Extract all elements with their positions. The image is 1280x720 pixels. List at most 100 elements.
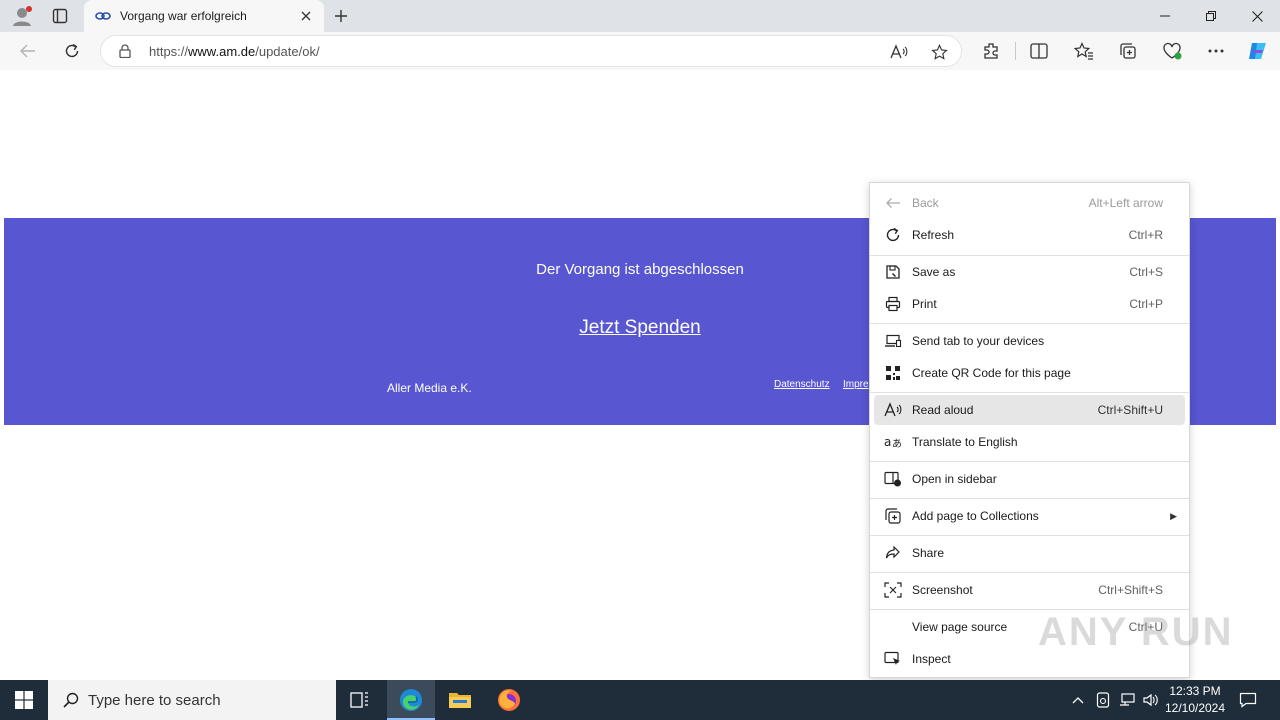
company-name: Aller Media e.K. [387, 381, 472, 395]
favorites-icon[interactable] [1070, 37, 1098, 65]
menu-item-qr-code[interactable]: Create QR Code for this page [874, 358, 1185, 388]
network-icon[interactable] [1116, 680, 1138, 720]
menu-item-add-to-collections[interactable]: Add page to Collections ▶ [874, 501, 1185, 531]
menu-item-label: Create QR Code for this page [912, 366, 1071, 380]
minimize-icon[interactable] [1142, 0, 1188, 32]
screenshot-icon [884, 581, 902, 599]
tab-title: Vorgang war erfolgreich [120, 9, 247, 23]
taskbar-clock[interactable]: 12:33 PM 12/10/2024 [1160, 683, 1230, 717]
save-icon [884, 263, 902, 281]
sidebar-icon [884, 470, 902, 488]
search-icon [62, 691, 80, 709]
menu-item-read-aloud[interactable]: Read aloud Ctrl+Shift+U [874, 395, 1185, 425]
menu-item-label: Print [912, 297, 937, 311]
menu-item-label: Open in sidebar [912, 472, 997, 486]
extensions-icon[interactable] [977, 37, 1005, 65]
menu-item-shortcut: Ctrl+R [1128, 228, 1163, 242]
context-menu: Back Alt+Left arrow Refresh Ctrl+R Save … [869, 182, 1190, 678]
submenu-arrow-icon: ▶ [1170, 510, 1177, 521]
vertical-tabs-icon[interactable] [46, 4, 74, 28]
inspect-icon [884, 650, 902, 668]
menu-item-send-tab[interactable]: Send tab to your devices [874, 326, 1185, 356]
refresh-icon [884, 226, 902, 244]
menu-item-label: Send tab to your devices [912, 334, 1045, 348]
donate-link[interactable]: Jetzt Spenden [579, 317, 700, 338]
copilot-icon[interactable] [1244, 37, 1272, 65]
firefox-icon[interactable] [485, 680, 533, 720]
menu-item-back[interactable]: Back Alt+Left arrow [874, 188, 1185, 218]
menu-item-save-as[interactable]: Save as Ctrl+S [874, 257, 1185, 287]
tab-strip: Vorgang war erfolgreich [0, 0, 1280, 32]
windows-taskbar: Type here to search 12:33 PM 12/10/2024 [0, 680, 1280, 720]
url-text[interactable]: https://www.am.de/update/ok/ [149, 44, 320, 59]
favorite-star-icon[interactable] [927, 40, 951, 64]
menu-item-refresh[interactable]: Refresh Ctrl+R [874, 220, 1185, 250]
menu-item-shortcut: Ctrl+Shift+U [1097, 403, 1163, 417]
menu-item-share[interactable]: Share [874, 538, 1185, 568]
svg-text:あ: あ [892, 438, 902, 450]
browser-essentials-icon[interactable] [1158, 37, 1186, 65]
clock-date: 12/10/2024 [1164, 701, 1226, 715]
menu-item-shortcut: Ctrl+S [1129, 265, 1163, 279]
menu-item-open-sidebar[interactable]: Open in sidebar [874, 464, 1185, 494]
menu-item-label: Share [912, 546, 945, 560]
menu-item-label: Translate to English [912, 435, 1018, 449]
url-path: /update/ok/ [255, 44, 320, 59]
split-screen-icon[interactable] [1025, 37, 1053, 65]
task-view-icon[interactable] [336, 680, 384, 720]
more-menu-icon[interactable] [1202, 37, 1230, 65]
file-explorer-icon[interactable] [436, 680, 484, 720]
address-bar[interactable]: https://www.am.de/update/ok/ [100, 35, 962, 67]
lock-icon[interactable] [117, 43, 133, 59]
restore-icon[interactable] [1188, 0, 1234, 32]
menu-item-screenshot[interactable]: Screenshot Ctrl+Shift+S [874, 575, 1185, 605]
close-tab-icon[interactable] [294, 4, 318, 28]
svg-text:a: a [884, 435, 891, 449]
url-host: www.am.de [188, 44, 256, 59]
windows-start-icon[interactable] [0, 680, 48, 720]
menu-item-shortcut: Ctrl+Shift+S [1098, 583, 1163, 597]
menu-item-label: Inspect [912, 652, 951, 666]
menu-item-shortcut: Ctrl+P [1129, 297, 1163, 311]
notification-center-icon[interactable] [1234, 680, 1262, 720]
browser-toolbar: https://www.am.de/update/ok/ [0, 32, 1280, 70]
share-icon [884, 544, 902, 562]
read-aloud-icon [884, 401, 902, 419]
menu-item-label: Screenshot [912, 583, 973, 597]
anyrun-watermark: ANY RUN [1038, 610, 1234, 654]
read-aloud-icon[interactable] [887, 40, 911, 64]
menu-item-label: View page source [912, 620, 1008, 634]
search-placeholder: Type here to search [88, 691, 221, 709]
new-tab-plus-icon[interactable] [328, 4, 354, 28]
edge-taskbar-icon[interactable] [387, 680, 435, 720]
menu-item-translate[interactable]: aあ Translate to English [874, 427, 1185, 457]
menu-item-label: Back [912, 196, 939, 210]
menu-item-print[interactable]: Print Ctrl+P [874, 289, 1185, 319]
back-arrow-icon [884, 194, 902, 212]
printer-icon [884, 295, 902, 313]
back-arrow-icon[interactable] [14, 37, 42, 65]
menu-item-label: Refresh [912, 228, 955, 242]
menu-item-shortcut: Alt+Left arrow [1088, 196, 1163, 210]
menu-item-label: Add page to Collections [912, 509, 1039, 523]
translate-icon: aあ [884, 433, 902, 451]
volume-icon[interactable] [1140, 680, 1162, 720]
menu-item-label: Read aloud [912, 403, 974, 417]
url-scheme: https:// [149, 44, 189, 59]
taskbar-search-box[interactable]: Type here to search [48, 680, 336, 720]
close-window-icon[interactable] [1234, 0, 1280, 32]
device-icon[interactable] [1092, 680, 1114, 720]
active-tab[interactable]: Vorgang war erfolgreich [84, 0, 324, 32]
privacy-link[interactable]: Datenschutz [774, 379, 830, 390]
devices-icon [884, 332, 902, 350]
refresh-icon[interactable] [58, 37, 86, 65]
imprint-link[interactable]: Impre [843, 379, 869, 390]
clock-time: 12:33 PM [1169, 684, 1221, 698]
qr-code-icon [884, 364, 902, 382]
collections-icon[interactable] [1114, 37, 1142, 65]
link-favicon-icon [94, 7, 112, 25]
collections-icon [884, 507, 902, 525]
profile-avatar-icon[interactable] [8, 4, 36, 28]
show-hidden-icons-chevron-icon[interactable] [1068, 680, 1088, 720]
menu-item-label: Save as [912, 265, 956, 279]
